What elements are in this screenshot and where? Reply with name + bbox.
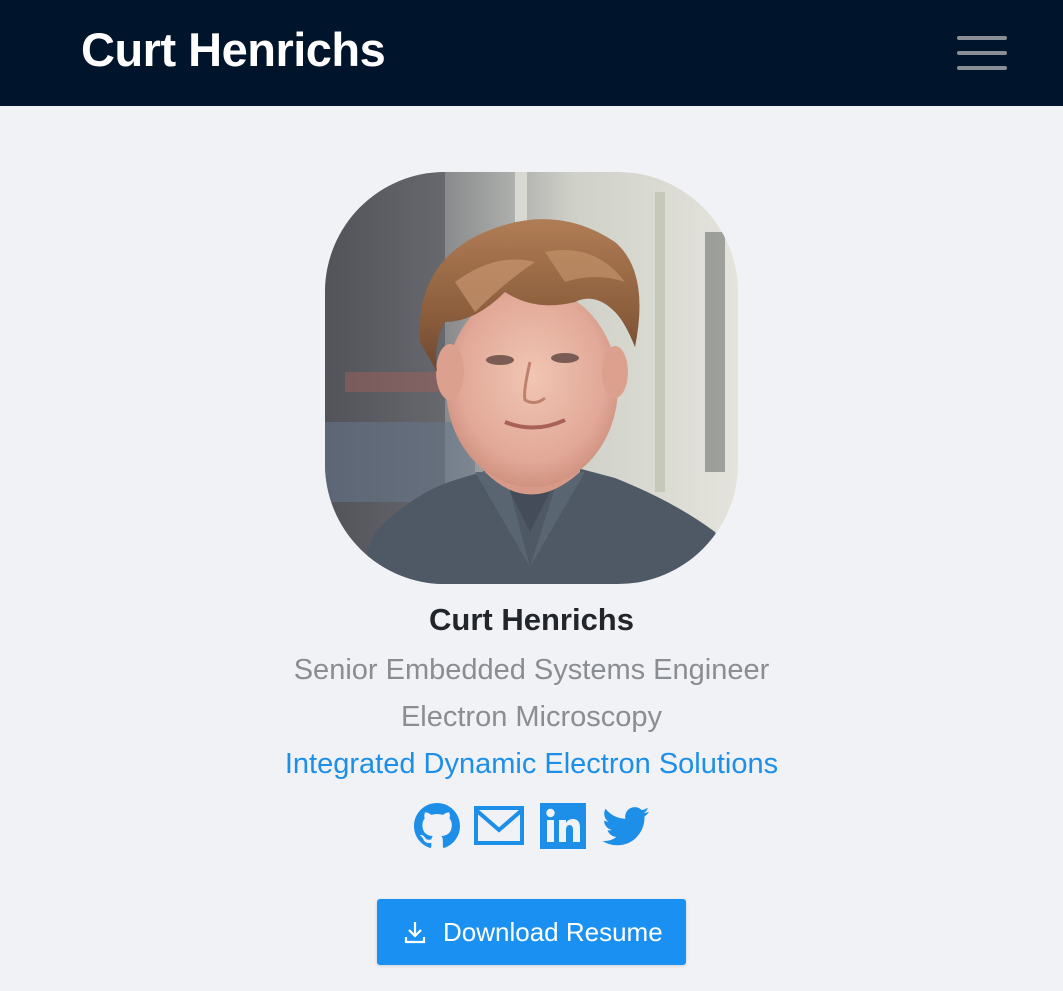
company-link[interactable]: Integrated Dynamic Electron Solutions bbox=[0, 744, 1063, 784]
site-brand[interactable]: Curt Henrichs bbox=[81, 20, 386, 80]
hamburger-menu-icon[interactable] bbox=[955, 30, 1009, 76]
profile-name: Curt Henrichs bbox=[429, 602, 634, 637]
menu-bar bbox=[957, 51, 1007, 55]
twitter-icon[interactable] bbox=[601, 802, 651, 850]
top-navbar: Curt Henrichs bbox=[0, 0, 1063, 106]
download-icon bbox=[404, 922, 426, 944]
github-icon[interactable] bbox=[411, 802, 463, 850]
download-resume-label: Download Resume bbox=[443, 917, 663, 947]
job-field: Electron Microscopy bbox=[400, 701, 663, 733]
job-title: Senior Embedded Systems Engineer bbox=[293, 654, 770, 686]
menu-bar bbox=[957, 66, 1007, 70]
linkedin-icon[interactable] bbox=[539, 802, 587, 850]
profile-photo bbox=[325, 172, 738, 584]
menu-bar bbox=[957, 36, 1007, 40]
download-resume-button[interactable]: Download Resume bbox=[377, 899, 686, 965]
email-icon[interactable] bbox=[473, 802, 525, 850]
